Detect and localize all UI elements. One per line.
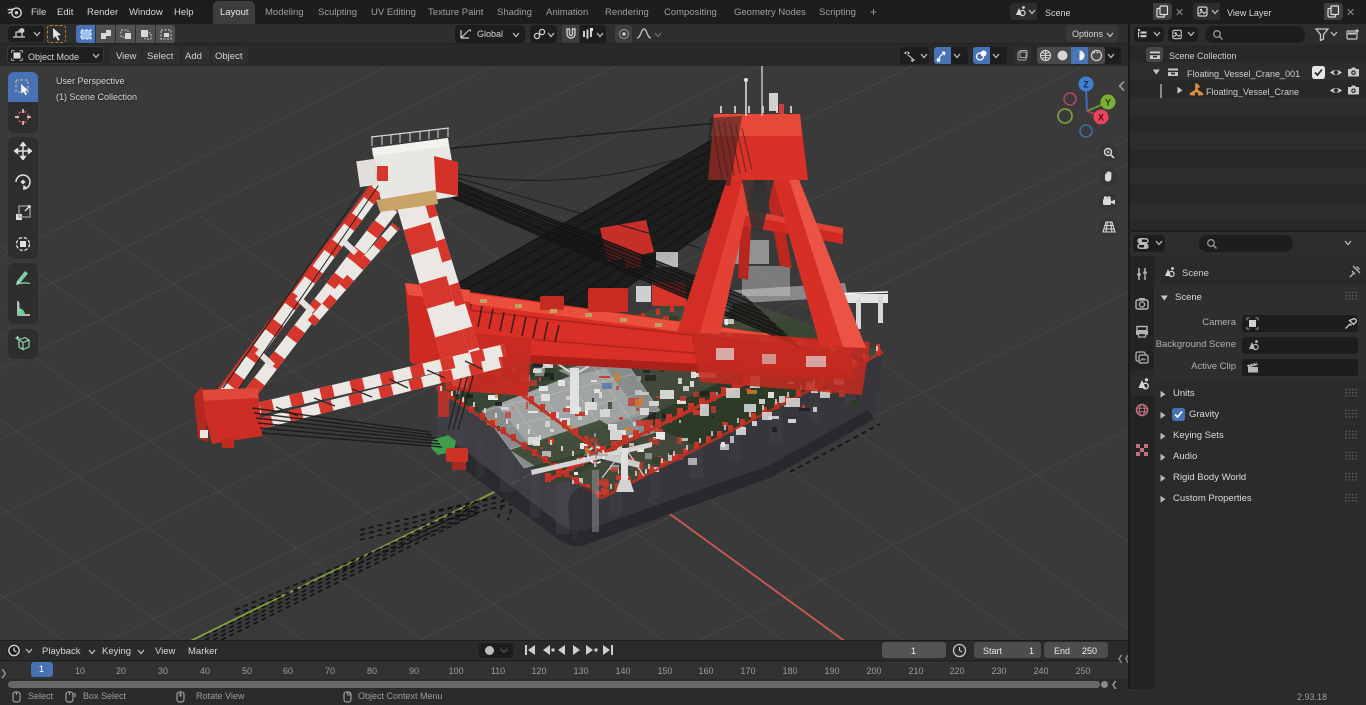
svg-text:Y: Y [1105, 98, 1111, 108]
svg-text:X: X [1098, 113, 1104, 123]
svg-text:Z: Z [1083, 80, 1089, 90]
